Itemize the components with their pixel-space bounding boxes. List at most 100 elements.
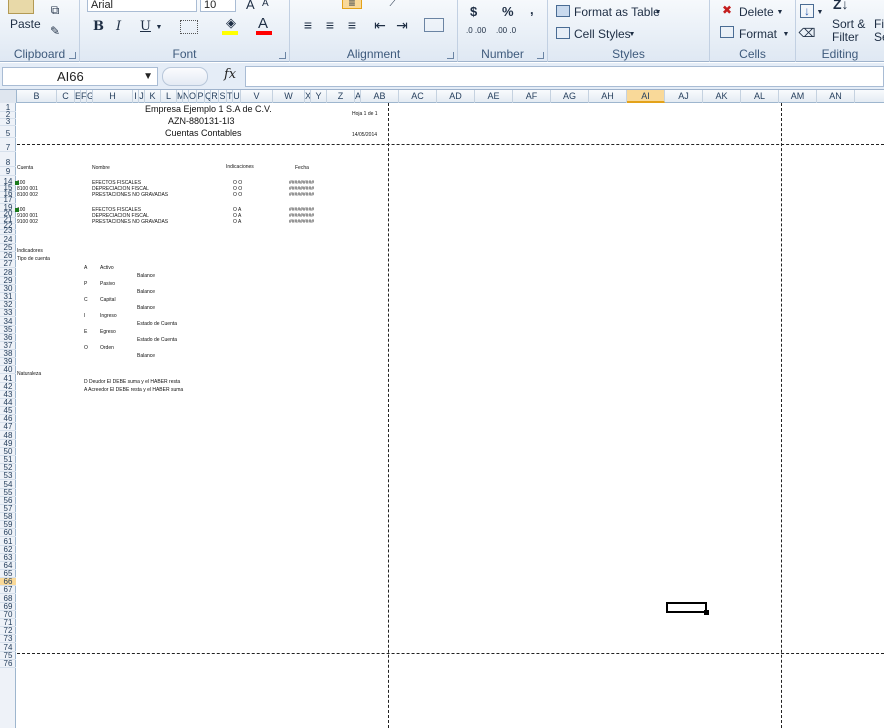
chevron-down-icon[interactable]: ▼ (816, 8, 824, 16)
select-all-corner[interactable] (0, 90, 17, 103)
format-as-table-button[interactable]: Format as Table (574, 5, 660, 19)
column-header[interactable]: H (93, 90, 133, 103)
chevron-down-icon[interactable]: ▼ (776, 8, 784, 16)
align-right-icon[interactable]: ≡ (344, 17, 360, 33)
borders-icon[interactable] (180, 20, 198, 34)
alignment-launcher[interactable] (447, 52, 454, 59)
format-painter-icon[interactable]: ✎ (48, 24, 62, 38)
formula-splitter[interactable] (162, 67, 208, 86)
row-header[interactable]: 7 (0, 144, 16, 152)
row-header[interactable]: 23 (0, 227, 16, 235)
type-name: Orden (100, 345, 114, 351)
currency-button[interactable]: $ (470, 4, 477, 19)
column-header[interactable]: AJ (665, 90, 703, 103)
column-header[interactable]: AH (589, 90, 627, 103)
styles-group: Format as Table ▼ Cell Styles ▼ Styles (548, 0, 710, 62)
clear-icon[interactable]: ⌫ (799, 26, 816, 40)
row-header[interactable]: 9 (0, 168, 16, 176)
worksheet-grid[interactable]: Empresa Ejemplo 1 S.A de C.V. AZN-880131… (15, 103, 884, 728)
column-header[interactable]: C (57, 90, 75, 103)
sort-filter-button[interactable]: Sort & (832, 17, 865, 31)
column-header[interactable]: U (233, 90, 241, 103)
column-header[interactable]: P (197, 90, 205, 103)
chevron-down-icon[interactable]: ▼ (654, 8, 662, 16)
name-box[interactable]: AI66 ▼ (2, 67, 158, 86)
font-size-box[interactable]: 10 (200, 0, 236, 12)
decrease-decimal-button[interactable]: .00 .0 (496, 26, 516, 35)
sort-icon[interactable]: Z↓ (833, 0, 849, 12)
column-header[interactable]: Z (327, 90, 355, 103)
font-launcher[interactable] (279, 52, 286, 59)
cell-styles-button[interactable]: Cell Styles (574, 27, 631, 41)
increase-decimal-button[interactable]: .0 .00 (466, 26, 486, 35)
row-header[interactable]: 8 (0, 159, 16, 167)
insert-function-icon[interactable]: fx (224, 67, 236, 82)
column-header[interactable]: AI (627, 90, 665, 103)
percent-button[interactable]: % (502, 4, 514, 19)
comma-button[interactable]: , (530, 2, 534, 17)
delete-button[interactable]: Delete (739, 5, 774, 19)
column-header[interactable]: AG (551, 90, 589, 103)
autosum-icon[interactable]: ↓ (800, 4, 814, 18)
column-header[interactable]: AF (513, 90, 551, 103)
decrease-indent-icon[interactable]: ⇤ (372, 17, 388, 33)
column-header[interactable]: V (241, 90, 273, 103)
find-select-button[interactable]: Fi (874, 17, 884, 31)
chevron-down-icon[interactable]: ▼ (143, 68, 153, 85)
column-header[interactable]: AM (779, 90, 817, 103)
chevron-down-icon[interactable]: ▼ (628, 30, 636, 38)
column-header[interactable]: AC (399, 90, 437, 103)
orientation-icon[interactable]: ⟋ (388, 0, 398, 9)
column-header[interactable]: AB (361, 90, 399, 103)
tipo-cuenta-label: Tipo de cuenta (17, 256, 50, 262)
align-left-icon[interactable]: ≡ (300, 17, 316, 33)
underline-button[interactable]: U (140, 19, 151, 34)
column-header[interactable]: Y (311, 90, 327, 103)
active-cell-cursor[interactable] (666, 602, 709, 615)
row-header[interactable]: 5 (0, 130, 16, 138)
error-indicator-icon[interactable] (15, 208, 19, 212)
font-color-button[interactable]: A (258, 15, 268, 32)
column-header[interactable]: AL (741, 90, 779, 103)
increase-indent-icon[interactable]: ⇥ (394, 17, 410, 33)
paste-icon[interactable] (8, 0, 34, 14)
chevron-down-icon[interactable]: ▼ (155, 22, 163, 32)
fill-color-icon[interactable]: ◈ (222, 15, 240, 30)
column-header[interactable]: K (145, 90, 161, 103)
chevron-down-icon[interactable]: ▼ (782, 30, 790, 38)
paste-button[interactable]: Paste (10, 17, 41, 31)
format-button[interactable]: Format (739, 27, 777, 41)
wrap-text-icon[interactable]: ≡ (342, 0, 362, 10)
column-header[interactable]: B (17, 90, 57, 103)
alignment-label: Alignment (346, 47, 401, 61)
font-name-box[interactable]: Arial (87, 0, 197, 12)
number-launcher[interactable] (537, 52, 544, 59)
header-cuenta: Cuenta (17, 165, 34, 171)
naturaleza-acreedor: A Acreedor El DEBE resta y el HABER suma (84, 387, 184, 393)
grow-font-button[interactable]: A (246, 0, 255, 12)
formula-input[interactable] (245, 66, 884, 87)
row-header[interactable]: 76 (0, 659, 16, 668)
column-header[interactable]: AK (703, 90, 741, 103)
copy-icon[interactable]: ⧉ (48, 3, 62, 17)
column-header[interactable]: L (161, 90, 177, 103)
align-center-icon[interactable]: ≡ (322, 17, 338, 33)
column-header[interactable]: AE (475, 90, 513, 103)
select-label[interactable]: Se (874, 30, 884, 44)
column-header[interactable]: O (189, 90, 197, 103)
column-header[interactable]: AN (817, 90, 855, 103)
column-header[interactable]: W (273, 90, 305, 103)
filter-label[interactable]: Filter (832, 30, 859, 44)
row-header[interactable]: 3 (0, 118, 16, 126)
clipboard-launcher[interactable] (69, 52, 76, 59)
merge-center-icon[interactable] (424, 18, 444, 32)
italic-button[interactable]: I (116, 19, 121, 34)
bold-button[interactable]: B (93, 19, 104, 34)
column-header[interactable]: AD (437, 90, 475, 103)
column-header[interactable]: S (219, 90, 227, 103)
page-break-vertical (781, 103, 782, 728)
error-indicator-icon[interactable] (15, 181, 19, 185)
account-code: 9100 002 (17, 219, 38, 225)
column-header[interactable]: R (211, 90, 219, 103)
shrink-font-button[interactable]: A (262, 0, 269, 9)
